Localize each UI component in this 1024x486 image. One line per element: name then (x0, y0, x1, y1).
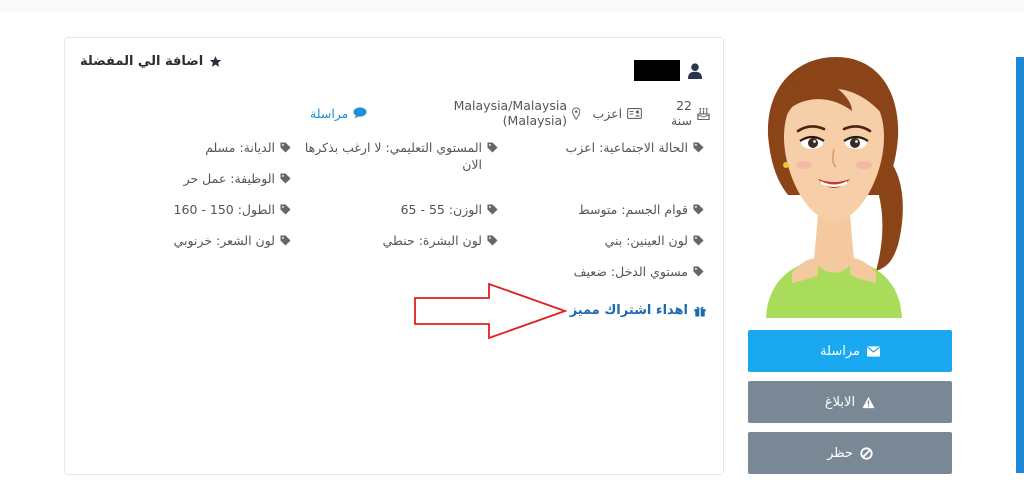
tag-icon (280, 204, 291, 215)
education-line-1: المستوي التعليمي: لا ارغب بذكرها (304, 140, 482, 155)
age-item: 22 سنة (654, 98, 710, 128)
ban-icon (860, 446, 873, 460)
detail-height: الطول: 150 - 160 (174, 201, 291, 218)
top-band (0, 0, 1024, 12)
location-text: Malaysia/Malaysia (Malaysia) (453, 98, 568, 128)
tag-icon (693, 266, 704, 277)
message-link[interactable]: مراسلة (310, 106, 367, 121)
block-button-label: حظر (827, 445, 853, 461)
summary-row: 22 سنة اعزب Malaysia/Malaysia (Malaysia)… (310, 98, 710, 128)
detail-education: المستوي التعليمي: لا ارغب بذكرها الان (305, 139, 498, 173)
message-link-label: مراسلة (310, 105, 349, 121)
map-marker-icon (572, 106, 581, 120)
sidebar-accent-bar (1016, 57, 1024, 473)
warning-icon (862, 396, 875, 408)
report-button-label: الابلاغ (824, 394, 856, 410)
tag-icon (693, 204, 704, 215)
gift-icon (694, 306, 706, 316)
redacted-username (634, 60, 680, 81)
detail-marital-status: الحالة الاجتماعية: اعزب (566, 139, 705, 156)
detail-hair: لون الشعر: خرنوبي (174, 232, 291, 249)
envelope-icon (866, 345, 880, 357)
id-card-icon (627, 107, 643, 119)
detail-income: مستوي الدخل: ضعيف (574, 263, 704, 280)
detail-religion: الديانة: مسلم (205, 139, 291, 156)
cake-icon (697, 107, 710, 120)
tag-icon (280, 235, 291, 246)
user-name-row (634, 60, 702, 81)
annotation-arrow (414, 282, 568, 340)
location-item: Malaysia/Malaysia (Malaysia) (397, 98, 581, 128)
tag-icon (487, 142, 498, 153)
marital-short-text: اعزب (592, 105, 623, 121)
tag-icon (693, 235, 704, 246)
user-icon (688, 62, 702, 79)
avatar-illustration (748, 45, 920, 318)
profile-avatar (748, 45, 920, 318)
tag-icon (693, 142, 704, 153)
report-button[interactable]: الابلاغ (748, 381, 952, 423)
message-button-label: مراسلة (820, 343, 860, 359)
gift-subscription-label: اهداء اشتراك مميز (569, 303, 688, 318)
star-icon (210, 56, 222, 67)
tag-icon (280, 173, 291, 184)
detail-weight: الوزن: 55 - 65 (401, 201, 498, 218)
tag-icon (280, 142, 291, 153)
gift-subscription-link[interactable]: اهداء اشتراك مميز (570, 303, 706, 318)
tag-icon (487, 235, 498, 246)
block-button[interactable]: حظر (748, 432, 952, 474)
detail-body: قوام الجسم: متوسط (578, 201, 704, 218)
education-line-2: الان (462, 157, 482, 172)
marital-item: اعزب (592, 105, 643, 121)
add-favorite-label: اضافة الي المفضلة (80, 54, 204, 69)
add-favorite-link[interactable]: اضافة الي المفضلة (80, 54, 222, 69)
message-button[interactable]: مراسلة (748, 330, 952, 372)
comment-icon (353, 107, 367, 119)
detail-skin: لون البشرة: حنطي (383, 232, 498, 249)
tag-icon (487, 204, 498, 215)
age-text: 22 سنة (671, 98, 692, 128)
detail-job: الوظيفة: عمل حر (184, 170, 291, 187)
detail-eyes: لون العينين: بني (605, 232, 704, 249)
